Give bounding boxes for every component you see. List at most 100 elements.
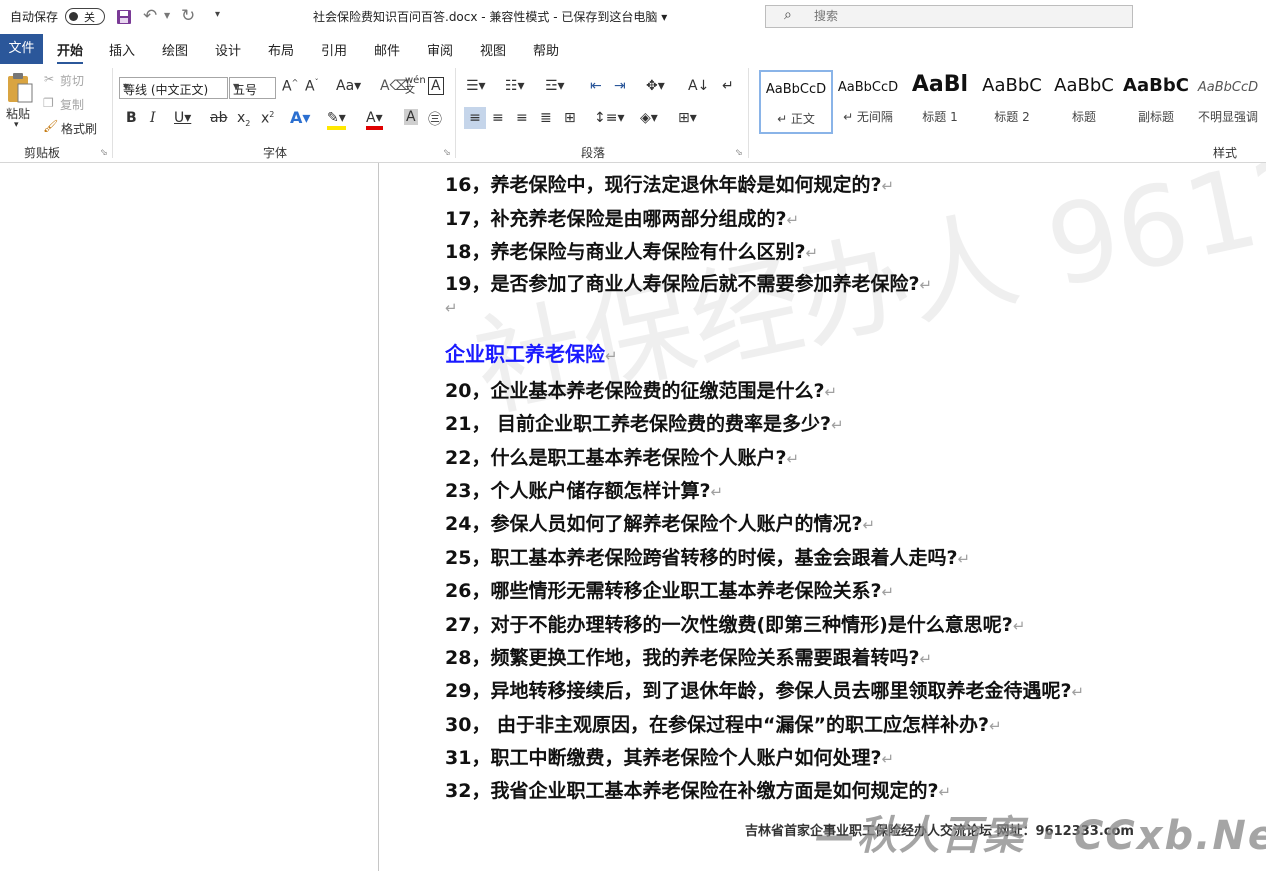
tab-references[interactable]: 引用 [321,40,347,59]
question-line[interactable]: 20，企业基本养老保险费的征缴范围是什么?↵ [445,376,837,403]
align-left-icon[interactable]: ≡ [464,107,486,129]
superscript-icon[interactable]: x2 [261,110,274,127]
enclose-characters-icon[interactable]: ㊂ [428,109,442,129]
empty-paragraph[interactable]: ↵ [445,296,458,318]
pilcrow-icon: ↵ [862,516,876,534]
subscript-icon[interactable]: x2 [237,110,250,128]
style-subtle-emphasis[interactable]: AaBbCcD 不明显强调 [1193,70,1263,130]
undo-icon[interactable]: ↶ [143,6,157,26]
question-line[interactable]: 24，参保人员如何了解养老保险个人账户的情况?↵ [445,509,875,536]
sort-icon[interactable]: A↓ [688,78,709,94]
clipboard-launcher-icon[interactable]: ⬂ [100,148,108,158]
undo-dropdown-icon[interactable]: ▼ [164,11,170,20]
question-line[interactable]: 31，职工中断缴费，其养老保险个人账户如何处理?↵ [445,743,894,770]
question-line[interactable]: 22，什么是职工基本养老保险个人账户?↵ [445,443,799,470]
change-case-icon[interactable]: Aa▾ [336,78,361,94]
cut-label[interactable]: 剪切 [60,72,84,89]
underline-icon[interactable]: U▾ [174,110,191,126]
style-no-spacing[interactable]: AaBbCcD ↵ 无间隔 [833,70,903,130]
question-line[interactable]: 23，个人账户储存额怎样计算?↵ [445,476,723,503]
character-shading-icon[interactable]: A [404,109,418,125]
autosave-toggle[interactable]: 关 [65,8,105,25]
increase-indent-icon[interactable]: ⇥ [614,78,626,94]
tab-layout[interactable]: 布局 [268,40,294,59]
question-line[interactable]: 17，补充养老保险是由哪两部分组成的?↵ [445,204,799,231]
font-color-icon[interactable]: A▾ [366,110,383,130]
search-box[interactable]: ⌕ [765,5,1133,28]
tab-insert[interactable]: 插入 [109,40,135,59]
customize-toolbar-icon[interactable]: ▾ [215,9,220,20]
tab-mailings[interactable]: 邮件 [374,40,400,59]
autosave-label: 自动保存 [10,10,59,24]
question-line[interactable]: 25，职工基本养老保险跨省转移的时候，基金会跟着人走吗?↵ [445,543,970,570]
pilcrow-icon: ↵ [605,347,618,365]
font-size-select[interactable]: 五号 ▼ [229,77,276,99]
question-line[interactable]: 16，养老保险中，现行法定退休年龄是如何规定的?↵ [445,170,894,197]
chinese-layout-icon[interactable]: ✥▾ [646,78,665,94]
style-sample: AaBbCcD [1197,80,1259,95]
bullets-icon[interactable]: ☰▾ [466,78,486,94]
chevron-down-icon: ▼ [233,82,240,91]
shrink-font-icon[interactable]: Aˇ [305,78,319,95]
bold-icon[interactable]: B [126,110,137,126]
pilcrow-icon: ↵ [831,416,844,434]
tab-file[interactable]: 文件 [0,34,43,64]
question-line[interactable]: 26，哪些情形无需转移企业职工基本养老保险关系?↵ [445,576,894,603]
tab-help[interactable]: 帮助 [533,40,559,59]
document-title[interactable]: 社会保险费知识百问百答.docx - 兼容性模式 - 已保存到这台电脑 ▾ [313,8,667,25]
pilcrow-icon: ↵ [1012,617,1026,635]
redo-icon[interactable]: ↻ [181,6,195,26]
italic-icon[interactable]: I [150,110,156,126]
align-center-icon[interactable]: ≡ [492,110,504,126]
justify-icon[interactable]: ≣ [540,110,552,126]
font-launcher-icon[interactable]: ⬂ [443,148,451,158]
strikethrough-icon[interactable]: ab [210,110,227,126]
copy-label[interactable]: 复制 [60,96,84,113]
question-line[interactable]: 28，频繁更换工作地，我的养老保险关系需要跟着转吗?↵ [445,643,932,670]
styles-gallery: AaBbCcD ↵ 正文 AaBbCcD ↵ 无间隔 AaBl 标题 1 AaB… [757,70,1266,134]
question-line[interactable]: 19，是否参加了商业人寿保险后就不需要参加养老保险?↵ [445,269,932,296]
search-input[interactable] [814,8,1114,24]
question-line[interactable]: 29，异地转移接续后，到了退休年龄，参保人员去哪里领取养老金待遇呢?↵ [445,676,1084,703]
format-painter-label[interactable]: 格式刷 [61,120,97,137]
question-line[interactable]: 21， 目前企业职工养老保险费的费率是多少?↵ [445,409,844,436]
tab-draw[interactable]: 绘图 [162,40,188,59]
text-effects-icon[interactable]: A▾ [290,108,310,127]
question-line[interactable]: 27，对于不能办理转移的一次性缴费(即第三种情形)是什么意思呢?↵ [445,610,1025,637]
style-heading-1[interactable]: AaBl 标题 1 [905,70,975,130]
line-spacing-icon[interactable]: ↕≡▾ [594,110,625,126]
clipboard-group-label: 剪贴板 [24,146,61,160]
chevron-down-icon: ▼ [123,82,130,91]
font-name-select[interactable]: 等线 (中文正文) ▼ [119,77,228,99]
tab-view[interactable]: 视图 [480,40,506,59]
grow-font-icon[interactable]: A^ [282,78,298,95]
save-icon[interactable] [116,9,132,25]
shading-icon[interactable]: ◈▾ [640,110,658,126]
style-normal[interactable]: AaBbCcD ↵ 正文 [759,70,833,134]
tab-design[interactable]: 设计 [215,40,241,59]
section-heading[interactable]: 企业职工养老保险↵ [445,338,618,367]
style-sample: AaBbCcD [765,82,827,97]
tab-review[interactable]: 审阅 [427,40,453,59]
numbering-icon[interactable]: ☷▾ [505,78,525,94]
align-right-icon[interactable]: ≡ [516,110,528,126]
decrease-indent-icon[interactable]: ⇤ [590,78,602,94]
paragraph-launcher-icon[interactable]: ⬂ [735,148,743,158]
question-line[interactable]: 18，养老保险与商业人寿保险有什么区别?↵ [445,237,818,264]
question-line[interactable]: 30， 由于非主观原因，在参保过程中“漏保”的职工应怎样补办?↵ [445,710,1002,737]
multilevel-list-icon[interactable]: ☲▾ [545,78,565,94]
paste-icon[interactable] [6,72,34,104]
style-subtitle[interactable]: AaBbC 副标题 [1121,70,1191,130]
question-line[interactable]: 32，我省企业职工基本养老保险在补缴方面是如何规定的?↵ [445,776,951,803]
show-marks-icon[interactable]: ↵ [722,78,734,94]
style-title[interactable]: AaBbC 标题 [1049,70,1119,130]
distributed-icon[interactable]: ⊞ [564,110,576,126]
phonetic-guide-icon[interactable]: wén 文 [405,76,426,96]
document-page[interactable]: 社保经办人 9612333.c 16，养老保险中，现行法定退休年龄是如何规定的?… [379,163,1266,871]
character-border-icon[interactable]: A [428,77,444,95]
borders-icon[interactable]: ⊞▾ [678,110,697,126]
tab-home[interactable]: 开始 [57,40,84,65]
highlight-color-icon[interactable]: ✎▾ [327,110,346,130]
paste-dropdown-icon[interactable]: ▾ [14,120,19,130]
style-heading-2[interactable]: AaBbC 标题 2 [977,70,1047,130]
